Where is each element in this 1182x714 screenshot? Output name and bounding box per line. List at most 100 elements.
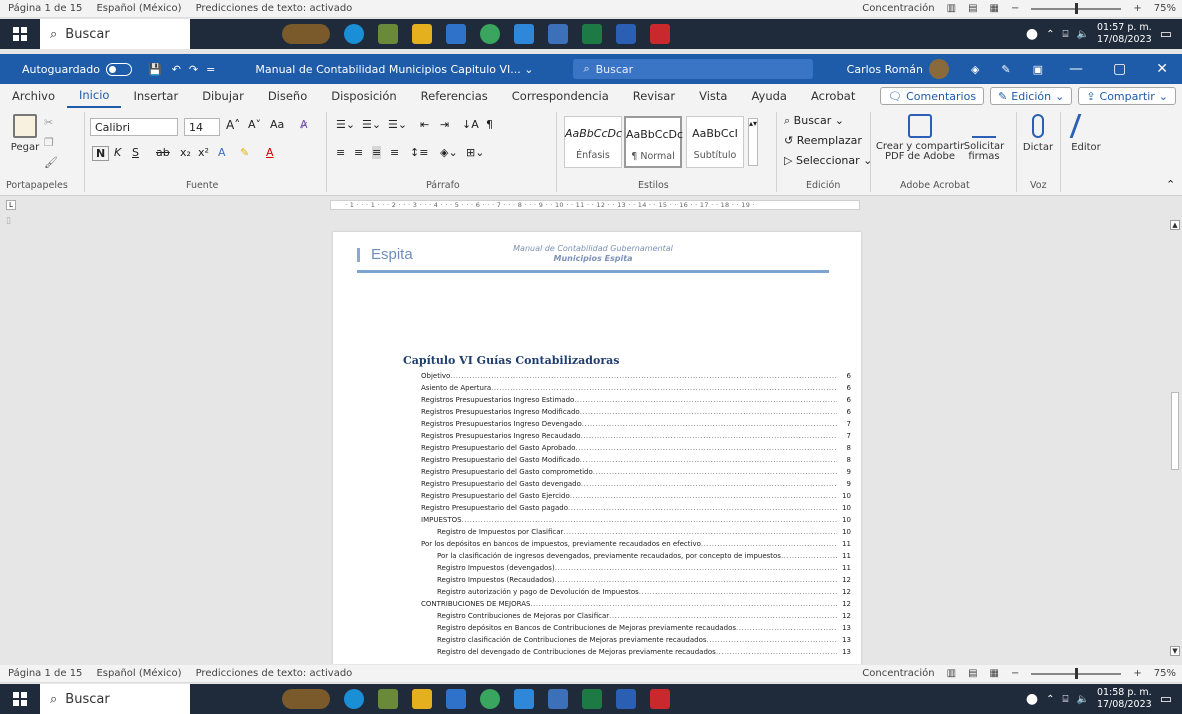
scroll-thumb[interactable] xyxy=(1171,392,1179,470)
language-indicator[interactable]: Español (México) xyxy=(96,668,181,679)
word-icon[interactable] xyxy=(616,689,636,709)
zoom-in-button[interactable]: + xyxy=(1133,668,1141,679)
document-title[interactable]: Manual de Contabilidad Municipios Capitu… xyxy=(255,63,533,76)
tab-referencias[interactable]: Referencias xyxy=(409,84,500,108)
style-normal[interactable]: AaBbCcDc ¶ Normal xyxy=(624,116,683,168)
align-right-icon[interactable]: ≡ xyxy=(372,146,382,159)
chevron-up-icon[interactable]: ⌃ xyxy=(1046,694,1054,705)
superscript-button[interactable]: x² xyxy=(198,146,209,159)
toc-entry[interactable]: Registro Presupuestario del Gasto Modifi… xyxy=(421,452,851,464)
strikethrough-button[interactable]: ab xyxy=(156,146,170,159)
style-emphasis[interactable]: AaBbCcDc Énfasis xyxy=(564,116,622,168)
find-button[interactable]: ⌕ Buscar ⌄ xyxy=(784,114,844,128)
maximize-button[interactable]: ▢ xyxy=(1113,61,1126,77)
bullets-icon[interactable]: ☰⌄ xyxy=(336,118,355,131)
tab-archivo[interactable]: Archivo xyxy=(0,84,67,108)
styles-scroll[interactable]: ▴▾ xyxy=(748,118,758,166)
store-icon[interactable] xyxy=(446,689,466,709)
zoom-out-button[interactable]: − xyxy=(1011,668,1019,679)
help-icon[interactable]: ● xyxy=(1026,26,1038,42)
multilevel-list-icon[interactable]: ☰⌄ xyxy=(388,118,407,131)
redo-icon[interactable]: ↷ xyxy=(189,63,198,76)
toc-entry[interactable]: Registro del devengado de Contribuciones… xyxy=(421,644,851,656)
align-left-icon[interactable]: ≡ xyxy=(336,146,345,159)
line-spacing-icon[interactable]: ↕≡ xyxy=(410,146,428,159)
zoom-level[interactable]: 75% xyxy=(1154,668,1176,679)
acrobat-icon[interactable] xyxy=(650,689,670,709)
justify-icon[interactable]: ≡ xyxy=(390,146,399,159)
numbering-icon[interactable]: ☰⌄ xyxy=(362,118,381,131)
increase-indent-icon[interactable]: ⇥ xyxy=(440,118,449,131)
file-explorer-icon[interactable] xyxy=(412,24,432,44)
taskbar-search[interactable]: ⌕ Buscar xyxy=(40,19,190,49)
read-mode-icon[interactable]: ▥ xyxy=(947,668,956,679)
help-icon[interactable]: ● xyxy=(1026,691,1038,707)
app-icon-desktop[interactable] xyxy=(378,24,398,44)
style-subtitle[interactable]: AaBbCcI Subtítulo xyxy=(686,116,744,168)
volume-icon[interactable]: 🔈 xyxy=(1076,694,1088,705)
highlight-icon[interactable]: ✎ xyxy=(240,146,249,159)
sort-icon[interactable]: ↓A xyxy=(462,118,479,131)
toc-entry[interactable]: Registro Presupuestario del Gasto Aproba… xyxy=(421,440,851,452)
toc-entry[interactable]: Registro Presupuestario del Gasto deveng… xyxy=(421,476,851,488)
request-signatures-button[interactable]: Solicitar firmas xyxy=(960,114,1008,162)
user-name[interactable]: Carlos Román xyxy=(847,63,923,76)
toc-entry[interactable]: Registro de Impuestos por Clasificar 10 xyxy=(421,524,851,536)
editor-button[interactable]: Editor xyxy=(1066,114,1106,153)
ribbon-display-icon[interactable]: ▣ xyxy=(1033,63,1043,76)
notifications-icon[interactable]: ▭ xyxy=(1160,692,1172,707)
title-search-box[interactable]: ⌕ Buscar xyxy=(573,59,814,79)
font-color-icon[interactable]: A xyxy=(266,146,274,159)
notifications-icon[interactable]: ▭ xyxy=(1160,27,1172,42)
print-layout-icon[interactable]: ▤ xyxy=(968,668,977,679)
page-count[interactable]: Página 1 de 15 xyxy=(8,668,82,679)
app-icon-desktop[interactable] xyxy=(378,689,398,709)
edge-icon[interactable] xyxy=(344,24,364,44)
page-count[interactable]: Página 1 de 15 xyxy=(8,3,82,14)
tab-revisar[interactable]: Revisar xyxy=(621,84,687,108)
select-button[interactable]: ▷ Seleccionar ⌄ xyxy=(784,154,872,167)
undo-icon[interactable]: ↶ xyxy=(172,63,181,76)
zoom-out-button[interactable]: − xyxy=(1011,3,1019,14)
app-icon-game[interactable] xyxy=(282,689,330,709)
pen-icon[interactable]: ✎ xyxy=(1001,63,1010,76)
decrease-indent-icon[interactable]: ⇤ xyxy=(420,118,429,131)
toc-entry[interactable]: Registros Presupuestarios Ingreso Recaud… xyxy=(421,428,851,440)
network-icon[interactable]: ⌸ xyxy=(1062,29,1068,40)
start-button[interactable] xyxy=(0,19,40,49)
autosave-toggle[interactable] xyxy=(106,62,132,76)
toc-entry[interactable]: CONTRIBUCIONES DE MEJORAS 12 xyxy=(421,596,851,608)
grow-font-icon[interactable]: A˄ xyxy=(226,118,240,132)
scroll-down-button[interactable]: ▼ xyxy=(1170,646,1180,656)
print-layout-icon[interactable]: ▤ xyxy=(968,3,977,14)
horizontal-ruler[interactable]: · 1 · · · 1 · · · 2 · · · 3 · · · 4 · · … xyxy=(330,200,860,210)
change-case-icon[interactable]: Aa xyxy=(270,118,284,131)
document-page[interactable]: Espita Manual de Contabilidad Gubernamen… xyxy=(333,232,861,664)
edge-icon[interactable] xyxy=(344,689,364,709)
tab-diseno[interactable]: Diseño xyxy=(256,84,319,108)
web-layout-icon[interactable]: ▦ xyxy=(990,3,999,14)
focus-button[interactable]: Concentración xyxy=(862,668,934,679)
chrome-icon[interactable] xyxy=(480,24,500,44)
copy-icon[interactable]: ❐ xyxy=(44,136,54,149)
web-layout-icon[interactable]: ▦ xyxy=(990,668,999,679)
align-center-icon[interactable]: ≡ xyxy=(354,146,363,159)
italic-button[interactable]: K xyxy=(114,146,121,159)
tab-disposicion[interactable]: Disposición xyxy=(319,84,408,108)
toc-entry[interactable]: Registro clasificación de Contribuciones… xyxy=(421,632,851,644)
toc-entry[interactable]: Registros Presupuestarios Ingreso Deveng… xyxy=(421,416,851,428)
clock[interactable]: 01:58 p. m. 17/08/2023 xyxy=(1097,687,1152,711)
paste-button[interactable]: Pegar xyxy=(8,114,42,153)
file-explorer-icon[interactable] xyxy=(412,689,432,709)
comments-button[interactable]: 🗨 Comentarios xyxy=(880,87,985,105)
clear-format-icon[interactable]: A̷ xyxy=(300,118,308,131)
zoom-slider[interactable] xyxy=(1031,2,1122,14)
diamond-icon[interactable]: ◈ xyxy=(971,63,979,76)
app-icon-blue[interactable] xyxy=(514,24,534,44)
toc-entry[interactable]: Registros Presupuestarios Ingreso Modifi… xyxy=(421,404,851,416)
tab-ayuda[interactable]: Ayuda xyxy=(739,84,799,108)
toc-entry[interactable]: Por los depósitos en bancos de impuestos… xyxy=(421,536,851,548)
subscript-button[interactable]: x₂ xyxy=(180,146,191,159)
taskbar-search[interactable]: ⌕ Buscar xyxy=(40,684,190,714)
app-icon-pen[interactable] xyxy=(548,24,568,44)
